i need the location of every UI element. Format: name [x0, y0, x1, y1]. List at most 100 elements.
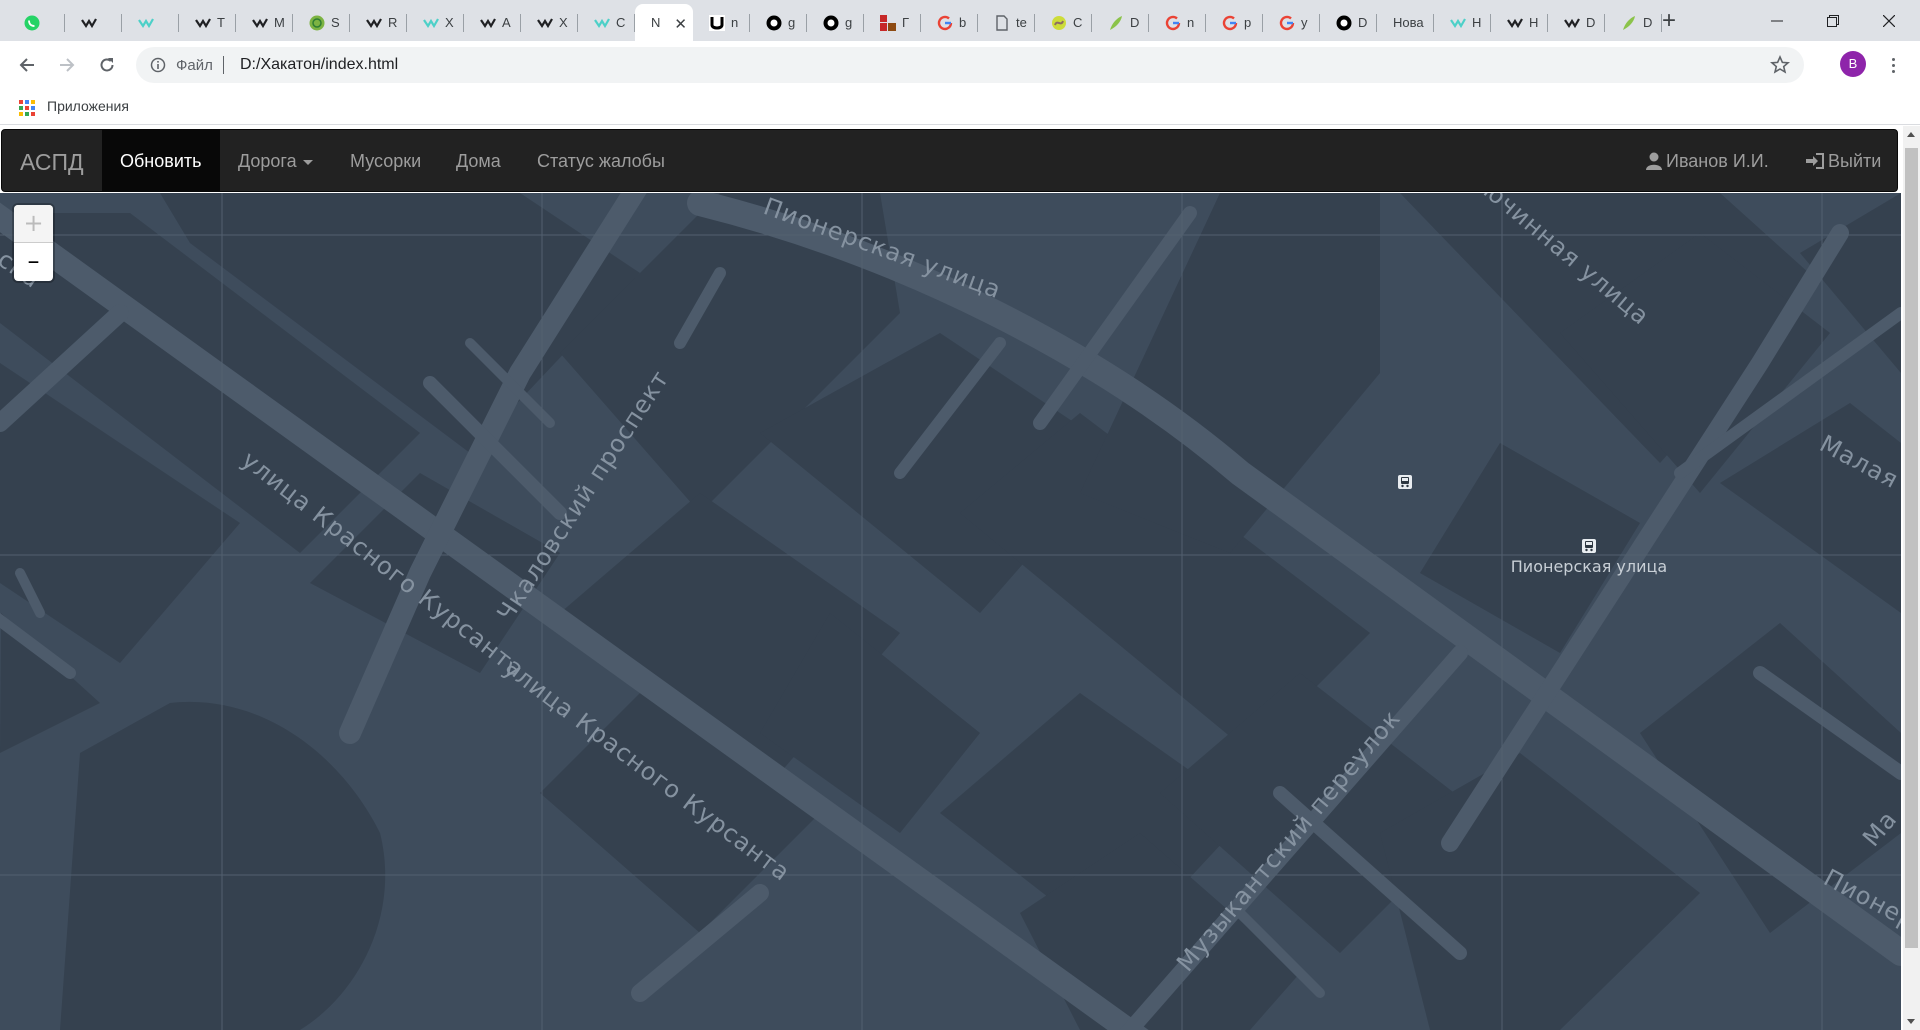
bird-logo-icon [138, 15, 154, 31]
bus-stop-label: Пионерская улица [1511, 557, 1667, 576]
bookmarks-bar: Приложения [0, 89, 1920, 125]
scroll-thumb[interactable] [1905, 148, 1918, 948]
page-scrollbar[interactable] [1903, 126, 1920, 1030]
browser-tab[interactable]: p [1206, 4, 1263, 41]
browser-tab[interactable]: te [978, 4, 1035, 41]
close-icon [1883, 14, 1895, 27]
nav-houses[interactable]: Дома [438, 130, 519, 192]
restore-icon [1827, 14, 1839, 27]
browser-tab[interactable]: g [807, 4, 864, 41]
document-icon [994, 14, 1010, 31]
browser-tab[interactable] [8, 4, 65, 41]
nav-trash-bins[interactable]: Мусорки [332, 130, 439, 192]
logout-button[interactable]: Выйти [1806, 130, 1881, 192]
bus-stop-marker[interactable] [1582, 539, 1596, 553]
profile-avatar[interactable]: В [1840, 51, 1866, 77]
browser-tab[interactable]: H [1491, 4, 1548, 41]
map-canvas[interactable]: Пионерская улица Чкаловский проспект ули… [0, 193, 1901, 1030]
browser-tab[interactable]: g [750, 4, 807, 41]
tab-title: X [559, 15, 568, 30]
tab-title: D [1643, 15, 1653, 30]
browser-tab[interactable]: M [236, 4, 293, 41]
browser-tab[interactable]: n [693, 4, 750, 41]
scroll-up-arrow-icon[interactable] [1907, 132, 1915, 137]
github-gist-icon [766, 15, 782, 31]
new-tab-button[interactable]: + [1655, 8, 1683, 36]
tab-title: N [651, 15, 661, 30]
browser-tab[interactable]: Г [864, 4, 921, 41]
tab-title: C [1073, 15, 1083, 30]
tab-title: g [788, 15, 796, 30]
address-url[interactable]: D:/Хакатон/index.html [240, 56, 398, 74]
page-viewport: Пионерская улица Чкаловский проспект ули… [0, 126, 1920, 1030]
tab-title: M [274, 15, 285, 30]
restore-button[interactable] [1810, 0, 1856, 41]
browser-tab[interactable]: D [1605, 4, 1662, 41]
browser-tab[interactable]: C [578, 4, 635, 41]
tab-close-icon[interactable]: ✕ [674, 15, 687, 33]
address-separator [223, 56, 224, 74]
address-bar[interactable]: Файл D:/Хакатон/index.html [136, 47, 1804, 83]
apps-bookmark-label[interactable]: Приложения [47, 98, 129, 114]
menu-dot [1891, 57, 1895, 61]
browser-tab[interactable]: Нова [1377, 4, 1434, 41]
browser-tab[interactable]: D [1092, 4, 1149, 41]
github-icon [1336, 15, 1352, 31]
zoom-in-button[interactable]: + [14, 205, 53, 243]
browser-tab[interactable]: D [1320, 4, 1377, 41]
minimize-button[interactable] [1754, 0, 1800, 41]
brand-logo[interactable]: АСПД [20, 149, 84, 176]
tab-title: b [959, 15, 967, 30]
scroll-down-arrow-icon[interactable] [1907, 1019, 1915, 1024]
tab-title: C [616, 15, 626, 30]
browser-tab[interactable]: S [293, 4, 350, 41]
browser-tab[interactable]: y [1263, 4, 1320, 41]
nav-complaint-status[interactable]: Статус жалобы [519, 130, 683, 192]
menu-dot [1891, 63, 1895, 67]
tab-title: R [388, 15, 398, 30]
google-icon [937, 15, 953, 31]
browser-tab[interactable]: R [350, 4, 407, 41]
browser-tab[interactable] [122, 4, 179, 41]
browser-tab[interactable]: b [921, 4, 978, 41]
browser-tab[interactable]: C [1035, 4, 1092, 41]
menu-dot [1891, 69, 1895, 73]
reload-button[interactable] [93, 51, 121, 79]
browser-tab[interactable] [65, 4, 122, 41]
nav-refresh[interactable]: Обновить [102, 130, 220, 192]
map[interactable]: Пионерская улица Чкаловский проспект ули… [0, 193, 1901, 1030]
bird-logo-icon [1450, 15, 1466, 31]
tab-title: D [1586, 15, 1596, 30]
back-button[interactable] [13, 51, 41, 79]
bus-stop-marker[interactable] [1398, 475, 1412, 489]
bird-logo-icon [252, 15, 268, 31]
whatsapp-icon [24, 15, 40, 31]
arrow-right-icon [60, 58, 75, 72]
browser-tab[interactable]: X [407, 4, 464, 41]
user-menu[interactable]: Иванов И.И. [1646, 130, 1769, 192]
browser-tab[interactable]: X [521, 4, 578, 41]
tab-title: n [731, 15, 739, 30]
tab-title: p [1244, 15, 1252, 30]
zoom-control: + – [14, 205, 53, 281]
bird-logo-icon [423, 15, 439, 31]
zoom-out-button[interactable]: – [14, 243, 53, 281]
nav-road-dropdown[interactable]: Дорога [220, 130, 331, 192]
browser-tab[interactable]: T [179, 4, 236, 41]
forward-button[interactable] [53, 51, 81, 79]
browser-tab[interactable]: N ✕ [635, 4, 693, 41]
app-navbar: АСПД Обновить Дорога Мусорки Дома Статус… [1, 129, 1898, 192]
browser-tab[interactable]: H [1434, 4, 1491, 41]
bird-logo-icon [537, 15, 553, 31]
apps-grid-icon[interactable] [19, 100, 35, 116]
browser-tab[interactable]: A [464, 4, 521, 41]
browser-tab[interactable]: D [1548, 4, 1605, 41]
logout-label: Выйти [1828, 151, 1882, 171]
info-icon[interactable] [150, 57, 166, 73]
browser-menu-button[interactable] [1883, 51, 1903, 79]
user-icon [1646, 152, 1662, 170]
tab-title: y [1301, 15, 1308, 30]
close-window-button[interactable] [1866, 0, 1912, 41]
bookmark-star-icon[interactable] [1770, 55, 1790, 75]
browser-tab[interactable]: n [1149, 4, 1206, 41]
